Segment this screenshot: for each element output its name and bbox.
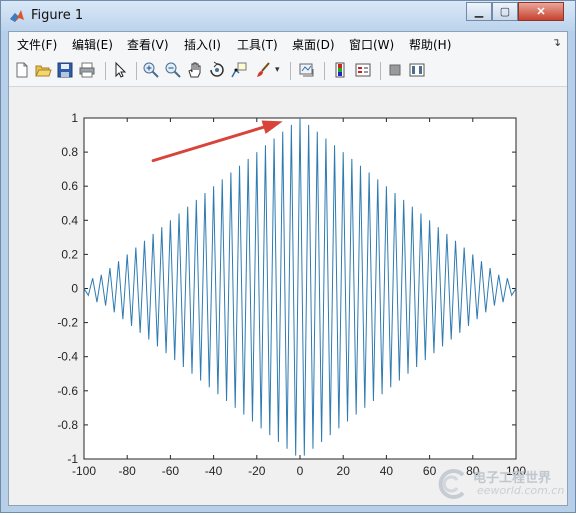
figure-client-area: 文件(F) 编辑(E) 查看(V) 插入(I) 工具(T) 桌面(D) 窗口(W… [8,31,568,506]
watermark-url: eeworld.com.cn [477,484,565,497]
x-tick-label: -20 [248,464,266,478]
x-tick-label: 40 [380,464,394,478]
y-tick-label: 0.2 [61,247,78,261]
y-tick-label: 1 [71,111,78,125]
y-tick-label: 0.8 [61,145,78,159]
y-tick-label: -0.8 [57,418,78,432]
y-tick-label: 0.6 [61,179,78,193]
figure-canvas: -100 -80 -60 -40 -20 0 20 40 60 80 100 -1 -0.8 -0.6-… [9,87,567,505]
y-tick-label: 0 [71,282,78,296]
y-tick-label: -0.6 [57,384,78,398]
x-tick-label: -80 [119,464,137,478]
eeworld-watermark: 电子工程世界 eeworld.com.cn [433,467,565,501]
x-tick-label: 0 [297,464,304,478]
x-tick-label: -40 [205,464,223,478]
eeworld-logo-icon [438,469,465,499]
y-tick-label: 0.4 [61,213,78,227]
y-tick-label: -0.4 [57,350,78,364]
line-plot[interactable]: -100 -80 -60 -40 -20 0 20 40 60 80 100 -1-0.8-0.6-… [2,2,576,515]
y-tick-label: -0.2 [57,316,78,330]
figure-window: Figure 1 ▁ ▢ ✕ 文件(F) 编辑(E) 查看(V) 插入(I) 工… [0,0,576,513]
x-tick-label: 20 [337,464,351,478]
y-tick-label: -1 [67,452,78,466]
axes-background [83,117,517,460]
x-tick-label: -60 [162,464,180,478]
x-tick-label: -100 [72,464,96,478]
